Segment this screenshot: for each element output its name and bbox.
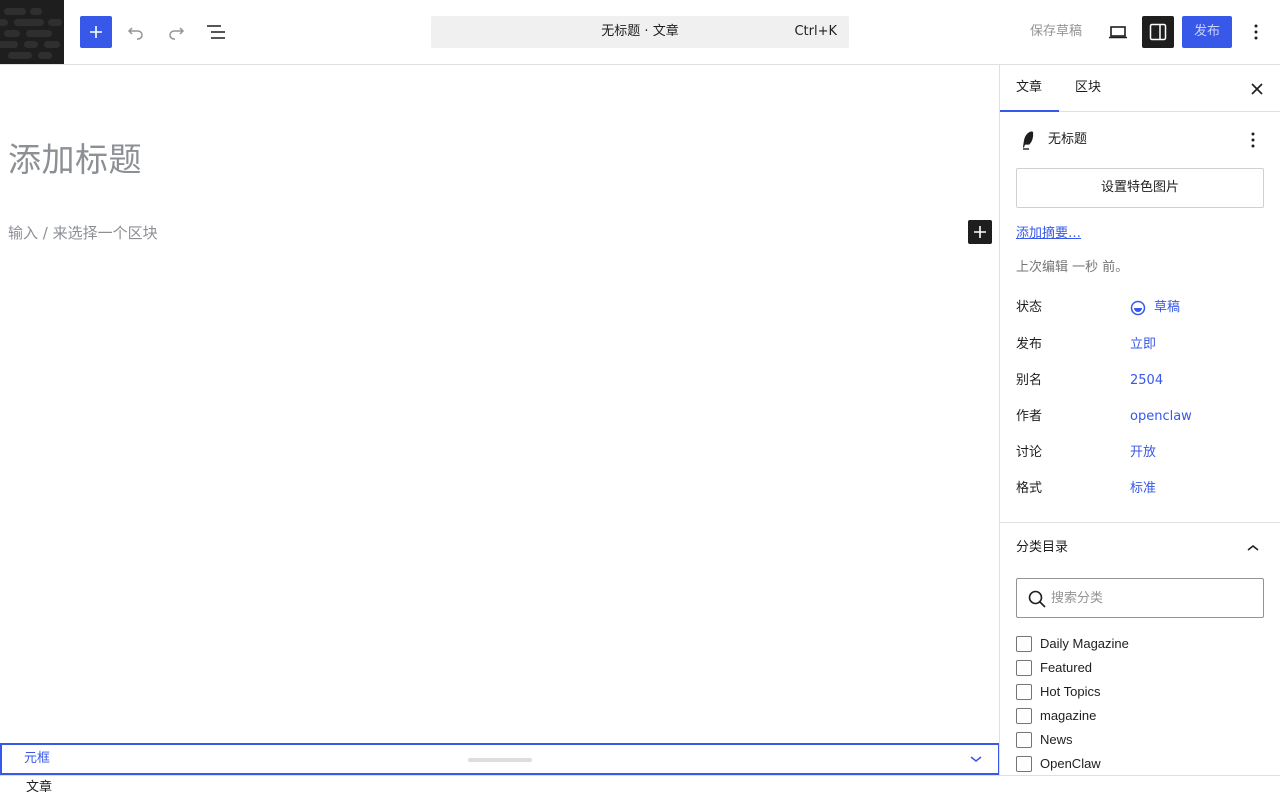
category-item[interactable]: Featured <box>1016 656 1265 680</box>
vertical-dots-icon <box>1251 132 1255 148</box>
category-label: magazine <box>1040 708 1097 723</box>
category-checkbox[interactable] <box>1016 660 1032 676</box>
panel-divider <box>1000 522 1280 523</box>
publish-button[interactable]: 发布 <box>1182 16 1232 48</box>
editor-header: 无标题 · 文章 Ctrl+K 保存草稿 发布 <box>0 0 1280 65</box>
category-item[interactable]: OpenClaw <box>1016 752 1265 775</box>
preview-button[interactable] <box>1102 16 1134 48</box>
plus-icon <box>90 26 102 38</box>
undo-button[interactable] <box>120 16 152 48</box>
settings-toggle-button[interactable] <box>1142 16 1174 48</box>
add-excerpt-link[interactable]: 添加摘要… <box>1016 222 1081 241</box>
search-icon <box>1028 590 1046 608</box>
post-title-input[interactable]: 添加标题 <box>8 133 142 181</box>
category-item[interactable]: Hot Topics <box>1016 680 1265 704</box>
close-sidebar-button[interactable] <box>1245 77 1269 101</box>
set-featured-image-button[interactable]: 设置特色图片 <box>1016 168 1264 208</box>
meta-label: 发布 <box>1016 337 1043 352</box>
sidebar-tabs: 文章 区块 <box>1000 65 1280 112</box>
category-label: News <box>1040 732 1073 747</box>
category-list: Daily Magazine Featured Hot Topics magazine… <box>1016 632 1265 775</box>
meta-label: 格式 <box>1016 481 1043 496</box>
breadcrumb[interactable]: 文章 <box>26 776 52 800</box>
category-checkbox[interactable] <box>1016 732 1032 748</box>
post-summary-header: 无标题 <box>1016 128 1265 152</box>
meta-boxes-toggle[interactable]: 元框 <box>0 743 1000 775</box>
category-label: Featured <box>1040 660 1093 675</box>
tab-post[interactable]: 文章 <box>1000 65 1059 112</box>
command-shortcut: Ctrl+K <box>794 24 837 39</box>
meta-row-discussion: 讨论 开放 <box>1016 441 1265 465</box>
category-label: OpenClaw <box>1040 756 1101 771</box>
category-checkbox[interactable] <box>1016 756 1032 772</box>
redo-button[interactable] <box>160 16 192 48</box>
status-value-button[interactable]: 草稿 <box>1154 296 1180 320</box>
editor-footer: 文章 <box>0 775 1280 800</box>
draft-status-icon <box>1130 300 1146 316</box>
meta-label: 状态 <box>1016 300 1043 315</box>
command-palette-bar[interactable]: 无标题 · 文章 Ctrl+K <box>431 16 849 48</box>
inline-inserter-button[interactable] <box>968 220 992 244</box>
document-title: 无标题 · 文章 <box>601 24 679 39</box>
slug-button[interactable]: 2504 <box>1130 369 1163 393</box>
site-logo-icon[interactable] <box>0 0 64 64</box>
category-label: Hot Topics <box>1040 684 1101 699</box>
meta-label: 别名 <box>1016 373 1043 388</box>
post-summary-title: 无标题 <box>1048 132 1088 147</box>
default-block-appender[interactable]: 输入 / 来选择一个区块 <box>8 222 158 243</box>
feather-icon <box>1022 131 1034 150</box>
document-overview-button[interactable] <box>200 16 232 48</box>
add-block-button[interactable] <box>80 16 112 48</box>
list-view-icon <box>207 25 225 39</box>
author-button[interactable]: openclaw <box>1130 405 1192 429</box>
publish-date-button[interactable]: 立即 <box>1130 333 1156 357</box>
meta-label: 作者 <box>1016 409 1043 424</box>
last-edited-text: 上次编辑 一秒 前。 <box>1016 260 1129 275</box>
format-button[interactable]: 标准 <box>1130 477 1156 501</box>
category-item[interactable]: Daily Magazine <box>1016 632 1265 656</box>
redo-icon <box>169 27 185 40</box>
plus-icon <box>974 226 986 238</box>
meta-boxes-label: 元框 <box>24 751 51 766</box>
category-search-box <box>1016 578 1264 618</box>
category-search-input[interactable] <box>1051 583 1251 613</box>
category-item[interactable]: magazine <box>1016 704 1265 728</box>
meta-label: 讨论 <box>1016 445 1043 460</box>
discussion-button[interactable]: 开放 <box>1130 441 1156 465</box>
chevron-up-icon <box>1247 545 1259 551</box>
categories-panel-toggle[interactable]: 分类目录 <box>1016 536 1265 560</box>
category-checkbox[interactable] <box>1016 684 1032 700</box>
category-item[interactable]: News <box>1016 728 1265 752</box>
close-icon <box>1251 83 1263 95</box>
meta-row-status: 状态 草稿 <box>1016 296 1265 320</box>
resize-handle[interactable] <box>468 758 532 762</box>
meta-row-slug: 别名 2504 <box>1016 369 1265 393</box>
vertical-dots-icon <box>1254 24 1258 40</box>
category-checkbox[interactable] <box>1016 636 1032 652</box>
category-label: Daily Magazine <box>1040 636 1129 651</box>
tab-block[interactable]: 区块 <box>1059 65 1117 112</box>
meta-row-publish: 发布 立即 <box>1016 333 1265 357</box>
sidebar-toggle-icon <box>1149 23 1167 41</box>
laptop-icon <box>1109 26 1127 39</box>
save-draft-button[interactable]: 保存草稿 <box>1022 16 1090 48</box>
chevron-down-icon <box>970 756 982 762</box>
settings-sidebar: 文章 区块 无标题 设置特色图片 添加摘要… 上次编辑 一秒 前。 状态 草稿 … <box>999 65 1280 775</box>
categories-title: 分类目录 <box>1016 540 1069 555</box>
post-actions-button[interactable] <box>1241 128 1265 152</box>
undo-icon <box>127 27 143 40</box>
editor-canvas[interactable]: 添加标题 输入 / 来选择一个区块 <box>0 65 999 743</box>
meta-row-format: 格式 标准 <box>1016 477 1265 501</box>
meta-row-author: 作者 openclaw <box>1016 405 1265 429</box>
category-checkbox[interactable] <box>1016 708 1032 724</box>
options-menu-button[interactable] <box>1240 16 1272 48</box>
